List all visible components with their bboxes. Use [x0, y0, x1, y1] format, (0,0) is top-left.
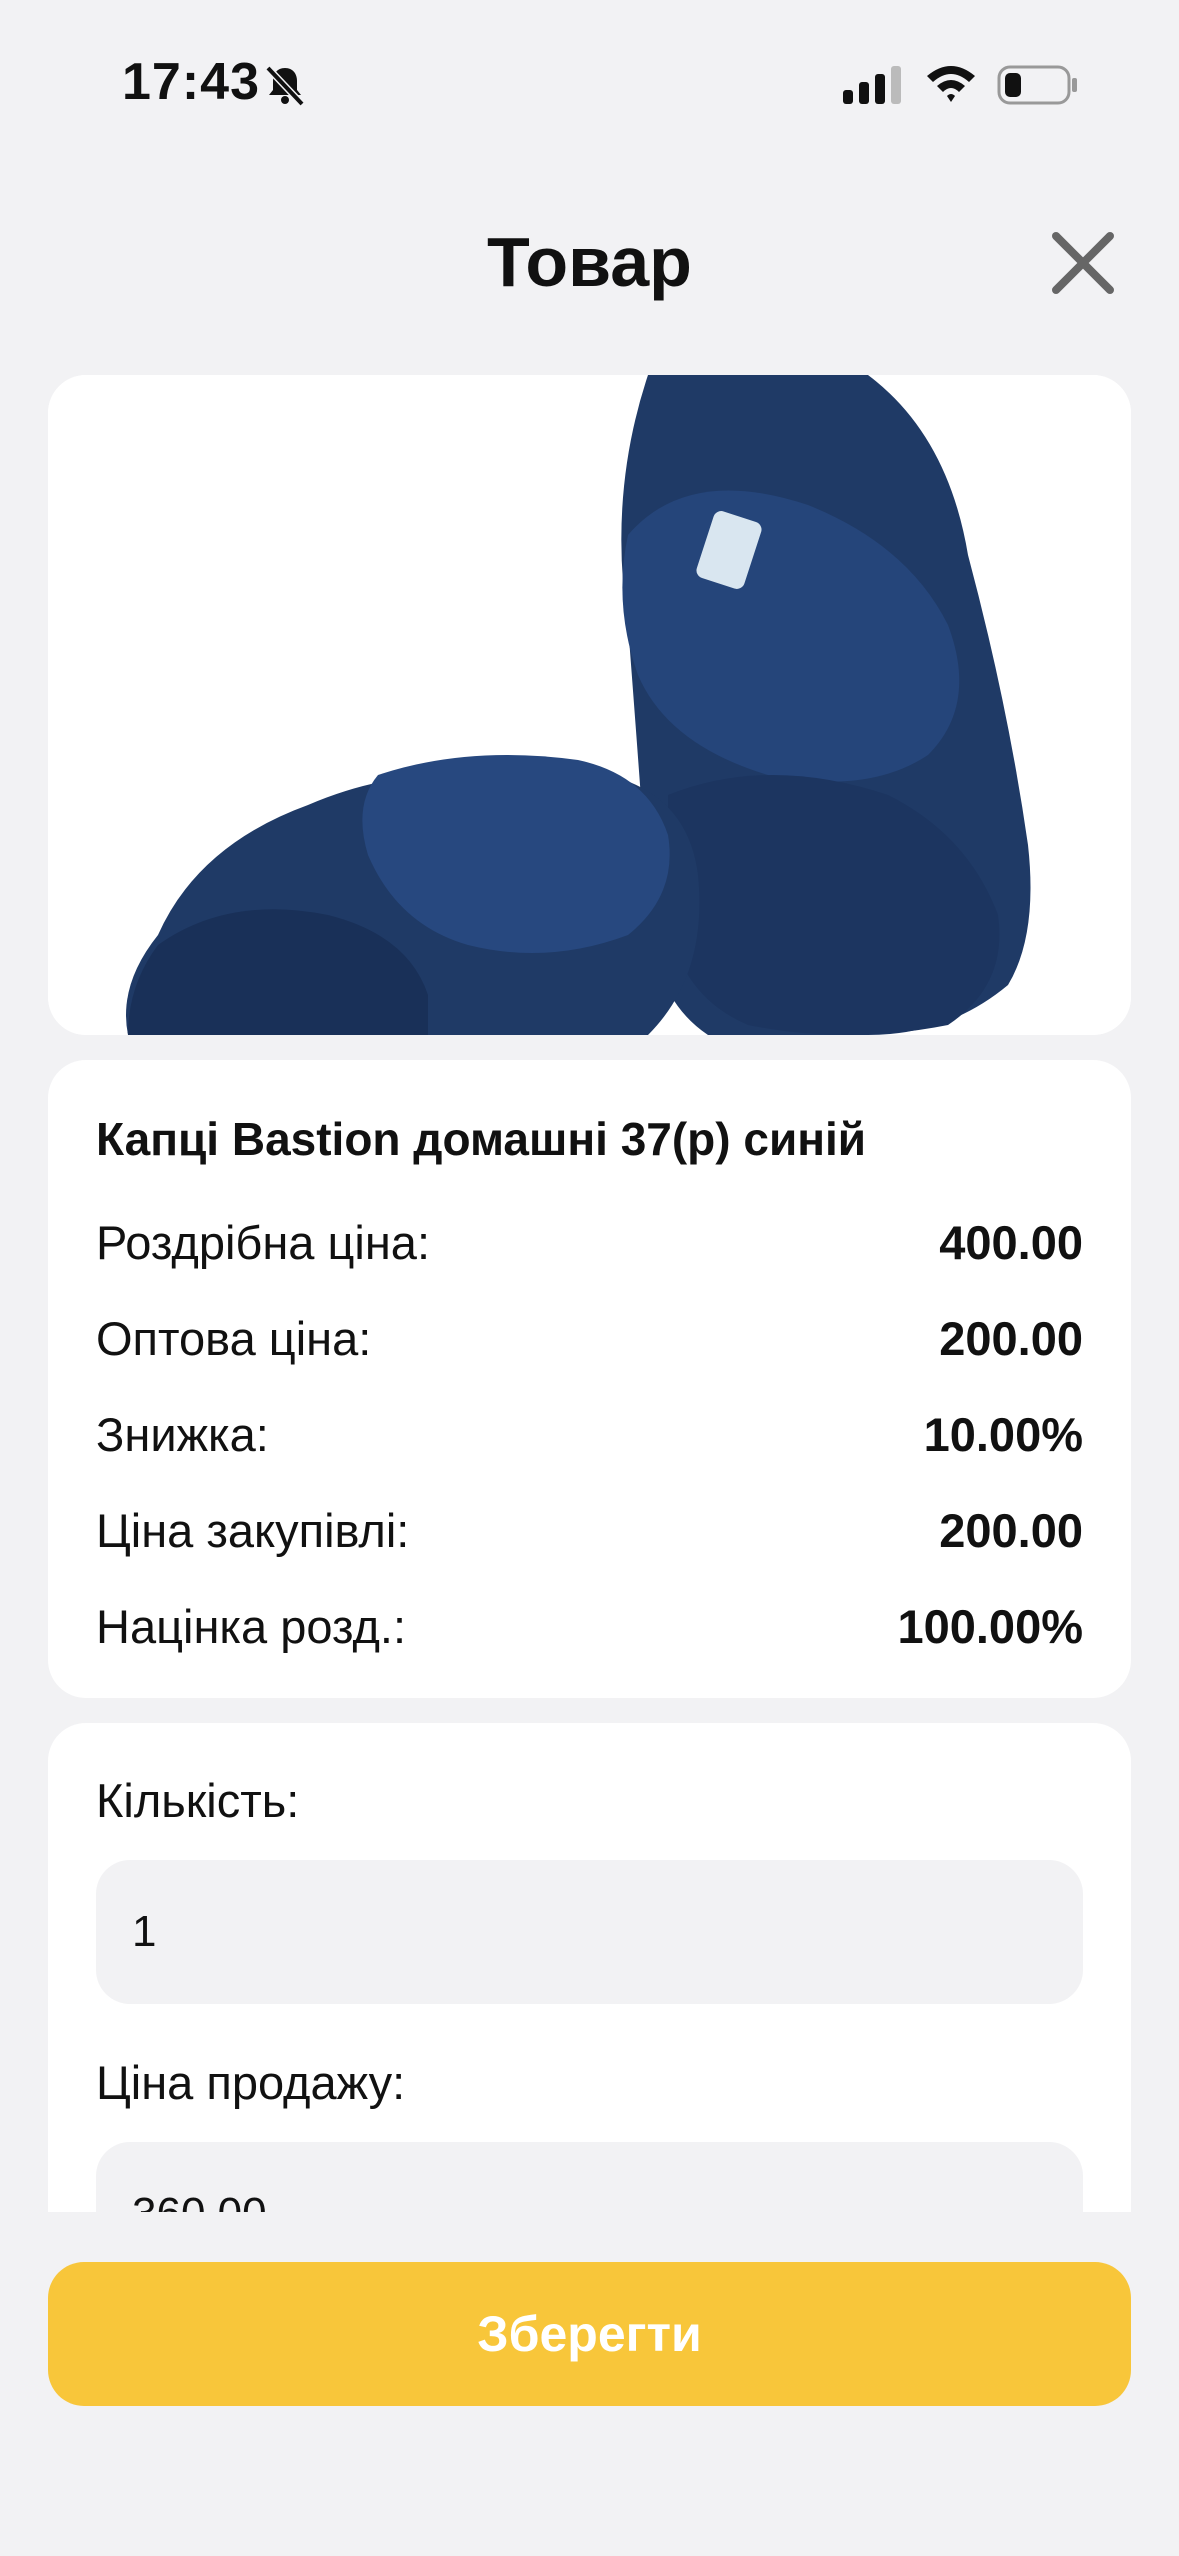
close-icon[interactable]	[1048, 228, 1118, 298]
info-row-retail-price: Роздрібна ціна: 400.00	[96, 1215, 1083, 1275]
info-value: 10.00%	[923, 1408, 1083, 1461]
battery-icon	[997, 65, 1077, 105]
product-name: Капці Bastion домашні 37(р) синій	[96, 1113, 867, 1165]
status-time: 17:43	[122, 53, 260, 111]
sale-price-input[interactable]: 360.00	[96, 2142, 1083, 2213]
wifi-icon	[927, 66, 975, 102]
page-title: Товар	[487, 223, 692, 301]
info-label: Націнка розд.:	[96, 1600, 406, 1653]
product-info-card: Капці Bastion домашні 37(р) синій Роздрі…	[48, 1060, 1131, 1698]
info-row-discount: Знижка: 10.00%	[96, 1407, 1083, 1467]
info-label: Оптова ціна:	[96, 1312, 372, 1365]
quantity-input[interactable]: 1	[96, 1860, 1083, 2004]
info-row-retail-markup: Націнка розд.: 100.00%	[96, 1599, 1083, 1659]
info-value: 400.00	[939, 1216, 1083, 1269]
scroll-clip	[0, 2212, 1179, 2242]
info-row-purchase-price: Ціна закупівлі: 200.00	[96, 1503, 1083, 1563]
product-image-card	[48, 375, 1131, 1035]
cellular-signal-icon	[843, 66, 901, 104]
save-button[interactable]: Зберегти	[48, 2262, 1131, 2406]
info-row-wholesale-price: Оптова ціна: 200.00	[96, 1311, 1083, 1371]
info-label: Роздрібна ціна:	[96, 1216, 431, 1269]
screen: 17:43 Товар Капці Bastion домашні 37(р) …	[0, 0, 1179, 2556]
info-label: Ціна закупівлі:	[96, 1504, 410, 1557]
status-bar: 17:43	[0, 0, 1179, 140]
product-image	[48, 375, 1131, 1035]
quantity-label: Кількість:	[96, 1774, 300, 1827]
bell-muted-icon	[265, 65, 305, 107]
info-value: 100.00%	[897, 1600, 1083, 1653]
sale-price-label: Ціна продажу:	[96, 2056, 406, 2109]
info-value: 200.00	[939, 1312, 1083, 1365]
sale-form-card: Кількість: 1 Ціна продажу: 360.00	[48, 1723, 1131, 2213]
info-value: 200.00	[939, 1504, 1083, 1557]
info-label: Знижка:	[96, 1408, 269, 1461]
